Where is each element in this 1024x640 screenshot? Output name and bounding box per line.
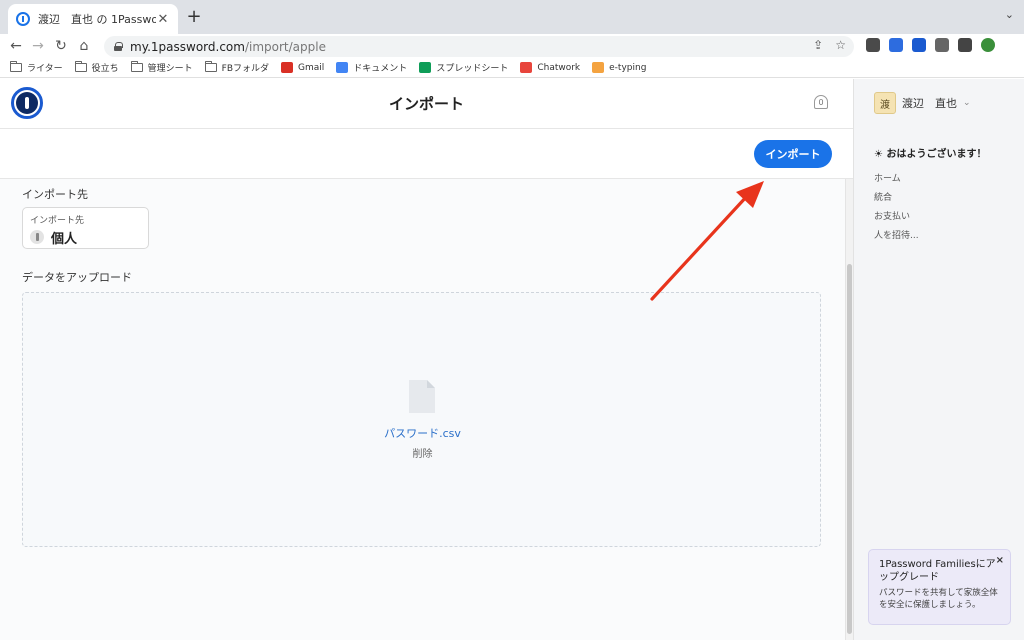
back-button[interactable]: ← — [6, 36, 26, 56]
bookmark-label: FBフォルダ — [221, 64, 270, 74]
notification-bell-icon[interactable]: 0 — [813, 92, 829, 112]
bookmark-label: Chatwork — [537, 62, 581, 73]
forward-button[interactable]: → — [28, 36, 48, 56]
bookmark-item[interactable]: e-typing — [592, 62, 646, 73]
promo-text: パスワードを共有して家族全体を安全に保護しましょう。 — [879, 588, 998, 610]
bookmark-label: e-typing — [609, 62, 647, 73]
tab-close-icon[interactable]: ✕ — [156, 12, 170, 27]
sidebar-link-home[interactable]: ホーム — [874, 171, 901, 184]
browser-extension-icon[interactable] — [981, 38, 995, 52]
bookmark-star-icon[interactable]: ☆ — [835, 38, 846, 52]
action-bar: インポート — [0, 129, 853, 179]
browser-extension-icon[interactable] — [889, 38, 903, 52]
user-name: 渡辺 直也 — [902, 97, 957, 110]
scrollbar-thumb[interactable] — [847, 264, 852, 634]
file-icon — [409, 380, 435, 413]
notification-count: 0 — [818, 97, 824, 107]
account-menu[interactable]: 渡 渡辺 直也 ⌄ — [874, 92, 971, 114]
bookmark-item[interactable]: FBフォルダ — [204, 61, 270, 74]
sidebar-link-invite[interactable]: 人を招待... — [874, 228, 919, 241]
bookmark-label: スプレッドシート — [436, 64, 509, 74]
sidebar-link-billing[interactable]: お支払い — [874, 209, 910, 222]
bookmark-label: ライター — [27, 64, 63, 74]
sheets-icon — [419, 62, 432, 73]
etyping-icon — [592, 62, 605, 73]
avatar: 渡 — [874, 92, 896, 114]
destination-heading: インポート先 — [22, 188, 88, 201]
bookmark-label: ドキュメント — [353, 64, 408, 74]
bookmark-item[interactable]: ドキュメント — [336, 61, 407, 74]
home-button[interactable]: ⌂ — [74, 36, 94, 56]
1password-favicon-icon — [16, 12, 30, 26]
bookmarks-bar: ライター 役立ち 管理シート FBフォルダ Gmail ドキュメント スプレッドシート Cha… — [0, 58, 1024, 78]
import-button[interactable]: インポート — [754, 140, 832, 168]
url-host: my.1password.com — [130, 39, 245, 54]
main-content: インポート先 インポート先 個人 データをアップロード パスワード.csv 削除 — [0, 179, 845, 640]
page-title: インポート — [388, 95, 464, 113]
bookmark-item[interactable]: スプレッドシート — [419, 61, 508, 74]
browser-extension-icon[interactable] — [935, 38, 949, 52]
bookmark-label: 役立ち — [91, 64, 119, 74]
tab-search-chevron-icon[interactable]: ⌄ — [1005, 8, 1014, 21]
bookmark-item[interactable]: 管理シート — [130, 61, 193, 74]
folder-icon — [74, 61, 87, 72]
close-icon[interactable]: × — [996, 555, 1004, 566]
browser-tab-bar: 渡辺 直也 の 1Password ✕ + ⌄ — [0, 0, 1024, 34]
address-bar[interactable]: my.1password.com/import/apple ⇪ ☆ — [104, 36, 854, 57]
reload-button[interactable]: ↻ — [51, 36, 71, 56]
bookmark-item[interactable]: 役立ち — [74, 61, 119, 74]
vault-icon — [30, 230, 44, 244]
browser-extension-icon[interactable] — [866, 38, 880, 52]
folder-icon — [204, 61, 217, 72]
extension-icons — [866, 38, 995, 52]
url-path: /import/apple — [244, 39, 326, 54]
chevron-down-icon: ⌄ — [963, 98, 971, 108]
upload-heading: データをアップロード — [22, 271, 132, 284]
families-upgrade-promo[interactable]: × 1Password Familiesにアップグレード パスワードを共有して家… — [868, 549, 1011, 625]
bookmark-item[interactable]: Chatwork — [520, 62, 580, 73]
bookmark-item[interactable]: Gmail — [281, 62, 324, 73]
bookmark-label: 管理シート — [147, 64, 193, 74]
greeting: ☀ おはようございます！ — [874, 149, 987, 160]
gmail-icon — [281, 62, 294, 73]
browser-toolbar: ← → ↻ ⌂ my.1password.com/import/apple ⇪ … — [0, 34, 1024, 58]
tab-title: 渡辺 直也 の 1Password — [38, 13, 156, 26]
sidebar-link-integrations[interactable]: 統合 — [874, 190, 892, 203]
browser-extension-icon[interactable] — [912, 38, 926, 52]
destination-vault-selector[interactable]: インポート先 個人 — [22, 207, 149, 249]
file-dropzone[interactable]: パスワード.csv 削除 — [22, 292, 821, 547]
main-scrollbar[interactable] — [845, 179, 853, 640]
lock-icon[interactable] — [114, 42, 123, 51]
browser-tab[interactable]: 渡辺 直也 の 1Password ✕ — [8, 4, 178, 34]
promo-title: 1Password Familiesにアップグレード — [879, 559, 996, 583]
share-icon[interactable]: ⇪ — [813, 38, 823, 52]
new-tab-button[interactable]: + — [184, 7, 204, 27]
app-header: インポート 0 — [0, 79, 853, 129]
chatwork-icon — [520, 62, 533, 73]
destination-value: 個人 — [51, 232, 78, 247]
right-sidebar: 渡 渡辺 直也 ⌄ ☀ おはようございます！ ホーム 統合 お支払い 人を招待.… — [853, 79, 1024, 640]
docs-icon — [336, 62, 349, 73]
destination-caption: インポート先 — [30, 216, 85, 226]
bookmark-label: Gmail — [298, 62, 325, 73]
uploaded-file-name[interactable]: パスワード.csv — [23, 425, 822, 441]
folder-icon — [10, 61, 22, 72]
delete-file-link[interactable]: 削除 — [23, 445, 822, 460]
bookmark-item[interactable]: ライター — [10, 61, 63, 74]
folder-icon — [130, 61, 143, 72]
browser-extension-icon[interactable] — [958, 38, 972, 52]
